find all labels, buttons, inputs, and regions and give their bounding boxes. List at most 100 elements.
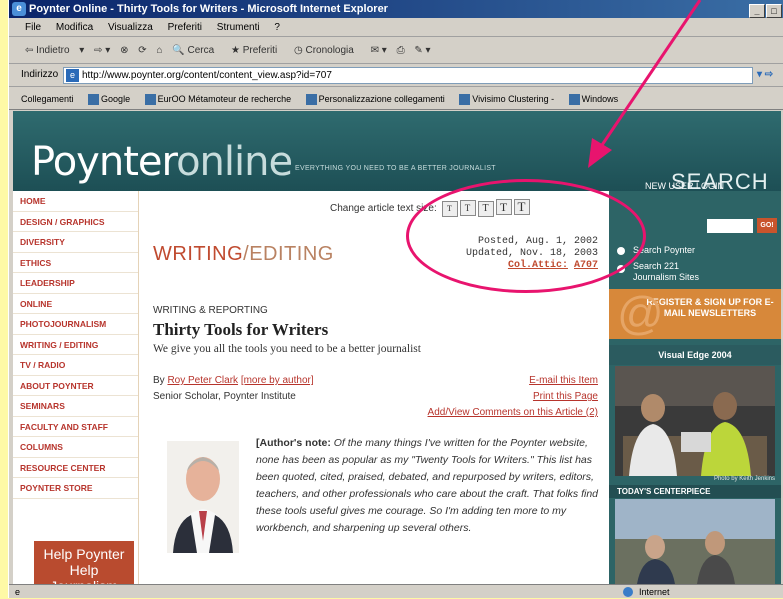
- security-zone: Internet: [623, 585, 670, 599]
- history-button[interactable]: ◷ Cronologia: [294, 45, 361, 56]
- nav-design-graphics[interactable]: DESIGN / GRAPHICS: [13, 212, 138, 232]
- nav-ethics[interactable]: ETHICS: [13, 253, 138, 273]
- option-search-journalism-line2: Journalism Sites: [633, 272, 700, 282]
- back-button[interactable]: ⇦ Indietro ▾: [25, 45, 84, 56]
- maximize-button[interactable]: □: [766, 4, 782, 18]
- help-poynter-banner[interactable]: Help Poynter Help Journalism: [34, 541, 134, 584]
- link-personalizzazione[interactable]: Personalizzazione collegamenti: [305, 94, 445, 106]
- address-url: http://www.poynter.org/content/content_v…: [82, 70, 332, 81]
- nav-seminars[interactable]: SEMINARS: [13, 396, 138, 417]
- centerpiece-photo-drawing: [615, 499, 775, 584]
- window-title: Poynter Online - Thirty Tools for Writer…: [29, 3, 388, 15]
- link-google[interactable]: Google: [88, 94, 131, 106]
- visual-edge-heading[interactable]: Visual Edge 2004: [609, 345, 781, 365]
- nav-about-poynter[interactable]: ABOUT POYNTER: [13, 376, 138, 396]
- print-page-link[interactable]: Print this Page: [533, 391, 598, 402]
- link-windows-label: Windows: [581, 94, 619, 104]
- authors-note: [Author's note: Of the many things I've …: [256, 435, 602, 537]
- favorites-label: Preferiti: [242, 45, 278, 56]
- nav-faculty-staff[interactable]: FACULTY AND STAFF: [13, 417, 138, 437]
- menu-file[interactable]: File: [25, 22, 41, 33]
- edit-icon[interactable]: ✎ ▾: [414, 45, 430, 56]
- comments-link[interactable]: Add/View Comments on this Article (2): [428, 407, 598, 418]
- nav-photojournalism[interactable]: PHOTOJOURNALISM: [13, 314, 138, 335]
- link-vivisimo[interactable]: Vivisimo Clustering -: [459, 94, 554, 106]
- minimize-button[interactable]: _: [749, 4, 765, 18]
- stop-icon[interactable]: ⊗: [120, 45, 128, 56]
- search-heading: SEARCH: [671, 169, 769, 194]
- history-label: Cronologia: [305, 45, 354, 56]
- author-photo: [167, 441, 239, 553]
- menu-modifica[interactable]: Modifica: [56, 22, 93, 33]
- go-button[interactable]: ▾ ⇨: [757, 69, 773, 80]
- nav-diversity[interactable]: DIVERSITY: [13, 232, 138, 253]
- window-controls: _ □: [748, 2, 782, 20]
- nav-online[interactable]: ONLINE: [13, 294, 138, 314]
- by-label: By: [153, 375, 165, 386]
- help-line-2: Help Journalism: [50, 562, 118, 584]
- title-bar: e Poynter Online - Thirty Tools for Writ…: [9, 0, 783, 18]
- link-euroo-label: EurOO Métamoteur de recherche: [157, 94, 292, 104]
- globe-icon: [623, 587, 633, 597]
- link-personalizzazione-label: Personalizzazione collegamenti: [318, 94, 445, 104]
- visual-edge-photo[interactable]: [615, 366, 775, 476]
- browser-window: e Poynter Online - Thirty Tools for Writ…: [8, 0, 783, 598]
- menu-strumenti[interactable]: Strumenti: [217, 22, 260, 33]
- article-actions: E-mail this Item Print this Page Add/Vie…: [428, 373, 598, 421]
- site-logo[interactable]: Poynteronline: [31, 139, 293, 185]
- link-icon: [305, 94, 317, 106]
- section-title-a: WRITING: [153, 243, 244, 265]
- status-bar: e Internet: [9, 584, 783, 598]
- article-kicker: WRITING & REPORTING: [153, 305, 268, 316]
- author-photo-drawing: [167, 441, 239, 553]
- home-icon[interactable]: ⌂: [156, 45, 162, 56]
- search-button[interactable]: 🔍 Cerca: [172, 45, 221, 56]
- link-google-label: Google: [101, 94, 131, 104]
- email-item-link[interactable]: E-mail this Item: [529, 375, 598, 386]
- byline: By Roy Peter Clark [more by author] Seni…: [153, 373, 314, 405]
- visual-edge-photo-drawing: [615, 366, 775, 476]
- menu-preferiti[interactable]: Preferiti: [168, 22, 202, 33]
- refresh-icon[interactable]: ⟳: [138, 45, 146, 56]
- link-icon: [459, 94, 471, 106]
- link-icon: [144, 94, 156, 106]
- zone-label: Internet: [639, 587, 670, 597]
- nav-writing-editing[interactable]: WRITING / EDITING: [13, 335, 138, 355]
- ie-logo-icon: e: [12, 2, 26, 16]
- forward-button[interactable]: ⇨ ▾: [94, 45, 110, 56]
- article-deck: We give you all the tools you need to be…: [153, 343, 421, 355]
- nav-leadership[interactable]: LEADERSHIP: [13, 273, 138, 294]
- site-search-go-button[interactable]: GO!: [757, 218, 777, 233]
- nav-resource-center[interactable]: RESOURCE CENTER: [13, 458, 138, 478]
- centerpiece-photo[interactable]: [615, 499, 775, 584]
- menu-help[interactable]: ?: [274, 22, 280, 33]
- nav-home[interactable]: HOME: [13, 191, 138, 212]
- status-page-icon: e: [15, 587, 21, 597]
- author-link[interactable]: Roy Peter Clark: [167, 375, 238, 386]
- favorites-button[interactable]: ★ Preferiti: [231, 45, 284, 56]
- link-windows[interactable]: Windows: [568, 94, 619, 106]
- menu-bar: File Modifica Visualizza Preferiti Strum…: [9, 19, 783, 37]
- section-title-b: EDITING: [249, 243, 334, 265]
- address-input[interactable]: e http://www.poynter.org/content/content…: [63, 67, 753, 84]
- centerpiece-heading[interactable]: TODAY'S CENTERPIECE: [609, 485, 781, 498]
- site-search-input[interactable]: [707, 219, 753, 233]
- register-text: REGISTER & SIGN UP FOR E-MAIL NEWSLETTER…: [646, 297, 774, 318]
- site-banner: Poynteronline EVERYTHING YOU NEED TO BE …: [13, 111, 781, 191]
- more-by-author-link[interactable]: [more by author]: [241, 375, 314, 386]
- nav-poynter-store[interactable]: POYNTER STORE: [13, 478, 138, 499]
- link-euroo[interactable]: EurOO Métamoteur de recherche: [144, 94, 292, 106]
- register-newsletter-banner[interactable]: @ REGISTER & SIGN UP FOR E-MAIL NEWSLETTE…: [609, 289, 781, 339]
- nav-columns[interactable]: COLUMNS: [13, 437, 138, 458]
- option-search-journalism: Search 221 Journalism Sites: [633, 261, 699, 283]
- mail-icon[interactable]: ✉ ▾: [371, 45, 387, 56]
- links-label: Collegamenti: [21, 94, 74, 104]
- link-icon: [88, 94, 100, 106]
- back-label: Indietro: [36, 45, 70, 56]
- link-icon: [568, 94, 580, 106]
- links-bar: Collegamenti Google EurOO Métamoteur de …: [9, 88, 783, 110]
- option-search-journalism-line1: Search 221: [633, 261, 680, 271]
- nav-tv-radio[interactable]: TV / RADIO: [13, 355, 138, 376]
- menu-visualizza[interactable]: Visualizza: [108, 22, 153, 33]
- print-icon[interactable]: ⎙: [397, 45, 405, 56]
